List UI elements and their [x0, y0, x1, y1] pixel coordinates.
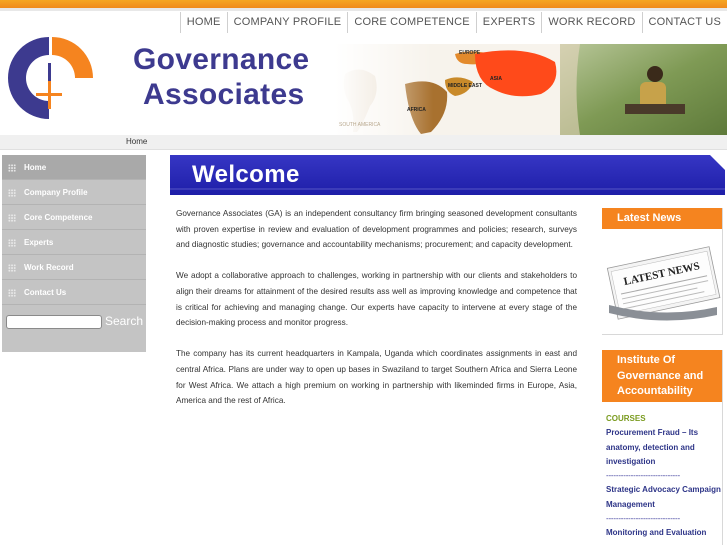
breadcrumb: Home [0, 135, 727, 150]
sidebar-item-contact-us[interactable]: Contact Us [2, 280, 146, 305]
page-title: Welcome [192, 161, 300, 188]
sidebar-item-home[interactable]: Home [2, 155, 146, 180]
sidebar-item-label: Contact Us [24, 288, 67, 297]
top-accent-strip [0, 0, 727, 8]
nav-core-competence[interactable]: CORE COMPETENCE [347, 12, 475, 33]
courses-list: COURSES Procurement Fraud – Its anatomy,… [602, 402, 722, 541]
page: HOME COMPANY PROFILE CORE COMPETENCE EXP… [0, 0, 727, 545]
institute-title[interactable]: Institute Of Governance and Accountabili… [602, 350, 722, 402]
institute-box: Institute Of Governance and Accountabili… [602, 350, 723, 545]
dotted-square-icon [8, 214, 16, 222]
sidebar-item-experts[interactable]: Experts [2, 230, 146, 255]
nav-company-profile[interactable]: COMPANY PROFILE [226, 12, 348, 33]
sidebar-item-label: Company Profile [24, 188, 88, 197]
sidebar-item-label: Home [24, 163, 47, 172]
search-input[interactable] [6, 315, 102, 329]
nav-contact-us[interactable]: CONTACT US [641, 12, 727, 33]
top-nav: HOME COMPANY PROFILE CORE COMPETENCE EXP… [179, 12, 727, 33]
map-label-middle-east: MIDDLE EAST [448, 83, 482, 89]
approach-paragraph: We adopt a collaborative approach to cha… [176, 271, 577, 328]
header: Governance Associates EUROPE MIDDLE EAST… [0, 35, 727, 135]
nav-experts[interactable]: EXPERTS [475, 12, 542, 33]
sidebar-item-label: Work Record [24, 263, 74, 272]
main-content: Governance Associates (GA) is an indepen… [176, 206, 577, 424]
map-label-europe: EUROPE [459, 50, 481, 56]
latest-news-title[interactable]: Latest News [602, 208, 722, 229]
map-label-africa: AFRICA [407, 107, 426, 113]
sidebar: Home Company Profile Core Competence Exp… [2, 155, 146, 352]
search-button[interactable]: Search [105, 314, 143, 328]
courses-label: COURSES [606, 414, 646, 423]
sidebar-item-label: Core Competence [24, 213, 93, 222]
breadcrumb-home[interactable]: Home [126, 137, 147, 146]
dotted-square-icon [8, 164, 16, 172]
sidebar-item-work-record[interactable]: Work Record [2, 255, 146, 280]
dotted-square-icon [8, 289, 16, 297]
course-separator: ------------------------------ [606, 471, 680, 481]
course-separator: ------------------------------ [606, 514, 680, 524]
brand-name-line2: Associates [143, 78, 305, 111]
dotted-square-icon [8, 264, 16, 272]
course-link-strategic-advocacy[interactable]: Strategic Advocacy Campaign Management [606, 483, 722, 512]
nav-home[interactable]: HOME [179, 12, 227, 33]
course-link-monitoring-evaluation[interactable]: Monitoring and Evaluation [606, 526, 722, 540]
brand-name-line1: Governance [133, 43, 310, 76]
world-map-banner: EUROPE MIDDLE EAST ASIA AFRICA SOUTH AME… [335, 44, 727, 135]
map-label-south-america: SOUTH AMERICA [339, 122, 381, 128]
course-link-procurement-fraud[interactable]: Procurement Fraud – Its anatomy, detecti… [606, 426, 722, 469]
newspaper-icon[interactable]: LATEST NEWS [605, 235, 721, 325]
top-strip-shadow [0, 8, 727, 11]
headquarters-paragraph: The company has its current headquarters… [176, 349, 577, 406]
dotted-square-icon [8, 189, 16, 197]
sidebar-item-company-profile[interactable]: Company Profile [2, 180, 146, 205]
welcome-banner: Welcome [170, 155, 725, 195]
intro-paragraph: Governance Associates (GA) is an indepen… [176, 209, 577, 250]
sidebar-item-core-competence[interactable]: Core Competence [2, 205, 146, 230]
dotted-square-icon [8, 239, 16, 247]
nav-work-record[interactable]: WORK RECORD [541, 12, 641, 33]
sidebar-item-label: Experts [24, 238, 54, 247]
map-label-asia: ASIA [490, 76, 502, 82]
search-area: Search [6, 314, 144, 332]
ga-logo-icon[interactable] [3, 35, 95, 120]
latest-news-box: Latest News LATEST NEWS [602, 208, 723, 335]
